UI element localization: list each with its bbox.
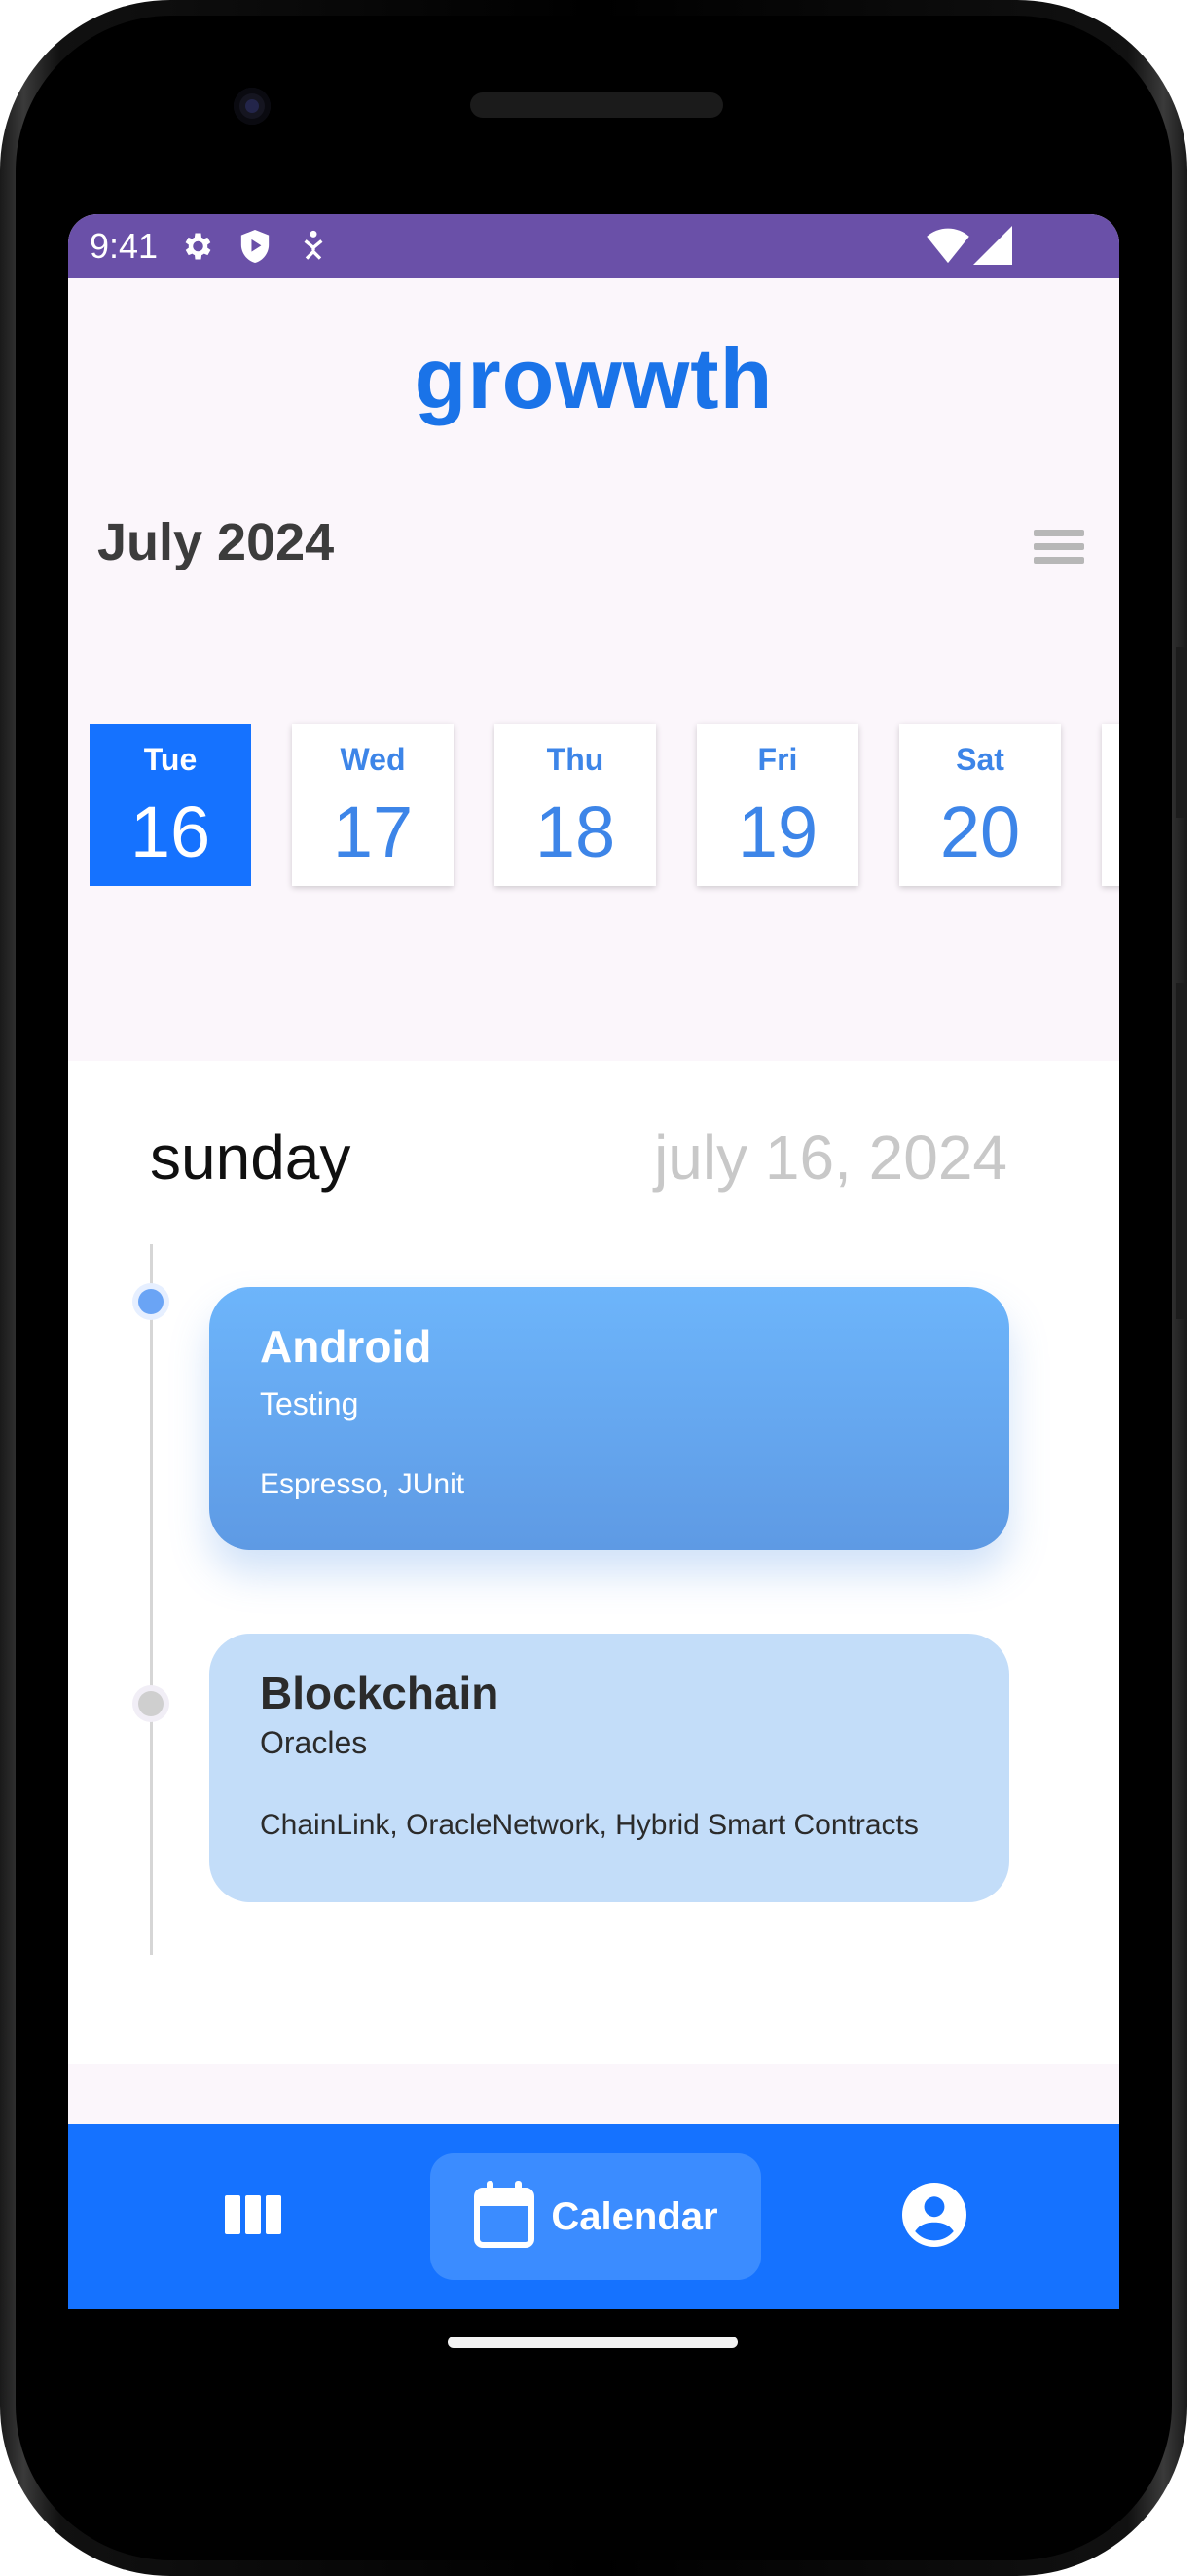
power-button	[1176, 647, 1187, 818]
event-title: Android	[260, 1321, 432, 1372]
event-title: Blockchain	[260, 1668, 499, 1718]
day-card-tue-16[interactable]: Tue 16	[90, 724, 251, 886]
day-number: 18	[534, 791, 616, 872]
phone-frame: 9:41 growwth July 2024 Tue 16 Wed 17 Thu…	[0, 0, 1187, 2576]
app-screen: 9:41 growwth July 2024 Tue 16 Wed 17 Thu…	[68, 214, 1119, 2309]
timeline-line	[150, 1244, 153, 1955]
event-tags: Espresso, JUnit	[260, 1468, 465, 1500]
month-header: July 2024	[68, 495, 1119, 582]
nav-calendar-button[interactable]: Calendar	[430, 2153, 761, 2280]
board-columns-icon	[225, 2194, 281, 2239]
wifi-icon	[927, 226, 969, 274]
day-card-fri-19[interactable]: Fri 19	[697, 724, 858, 886]
status-bar: 9:41	[68, 214, 1119, 278]
month-label: July 2024	[97, 513, 335, 571]
day-number: 20	[939, 791, 1021, 872]
calendar-icon	[473, 2180, 535, 2254]
day-number: 19	[737, 791, 819, 872]
event-tags: ChainLink, OracleNetwork, Hybrid Smart C…	[260, 1809, 919, 1841]
settings-gear-icon	[177, 227, 216, 266]
nav-calendar-label: Calendar	[551, 2194, 718, 2238]
event-subtitle: Testing	[260, 1386, 359, 1421]
day-number: 17	[332, 791, 414, 872]
day-name: Sat	[956, 742, 1004, 777]
volume-button	[1176, 983, 1187, 1319]
home-indicator[interactable]	[448, 2337, 738, 2348]
nav-profile-button[interactable]	[856, 2153, 1012, 2280]
account-circle-icon	[902, 2182, 966, 2252]
shield-play-icon	[236, 227, 274, 266]
day-name: Fri	[757, 742, 798, 777]
timeline-panel: sunday july 16, 2024 Android Testing Esp…	[68, 1061, 1119, 2064]
full-date-label: july 16, 2024	[654, 1122, 1007, 1193]
status-time: 9:41	[90, 226, 159, 266]
event-subtitle: Oracles	[260, 1725, 368, 1760]
bottom-navigation: Calendar	[68, 2124, 1119, 2309]
front-camera	[234, 88, 271, 125]
timeline-dot-active	[138, 1289, 164, 1314]
cell-signal-icon	[973, 226, 1012, 274]
day-name: Tue	[143, 742, 198, 777]
day-card-wed-17[interactable]: Wed 17	[292, 724, 454, 886]
day-name: Wed	[340, 742, 406, 777]
timeline-dot	[138, 1691, 164, 1716]
earpiece-speaker	[470, 92, 723, 118]
day-card-sat-20[interactable]: Sat 20	[899, 724, 1061, 886]
day-number: 16	[129, 791, 211, 872]
nav-board-button[interactable]	[175, 2153, 331, 2280]
weekday-label: sunday	[150, 1122, 351, 1193]
event-card-android[interactable]: Android Testing Espresso, JUnit	[209, 1287, 1009, 1550]
day-name: Thu	[546, 742, 604, 777]
day-card-thu-18[interactable]: Thu 18	[494, 724, 656, 886]
day-card-next[interactable]	[1102, 724, 1119, 886]
event-card-blockchain[interactable]: Blockchain Oracles ChainLink, OracleNetw…	[209, 1634, 1009, 1902]
app-title: growwth	[414, 330, 774, 426]
menu-icon[interactable]	[1034, 530, 1084, 567]
accessibility-icon	[294, 227, 333, 266]
day-strip[interactable]: Tue 16 Wed 17 Thu 18 Fri 19 Sat 20	[90, 724, 1119, 888]
